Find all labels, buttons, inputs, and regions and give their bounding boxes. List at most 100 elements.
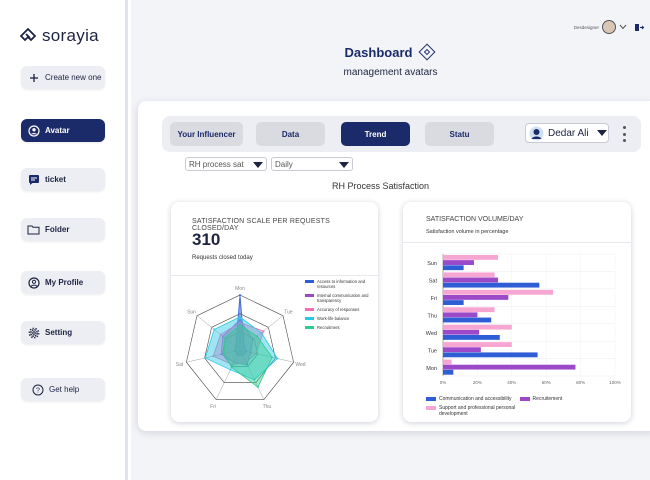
bar xyxy=(443,329,480,335)
avatar xyxy=(602,20,616,34)
radar-axis-label: Fri xyxy=(210,404,216,410)
radar-data-point xyxy=(223,352,225,355)
sidebar-item-label: Setting xyxy=(45,328,73,337)
y-tick-label: Sat xyxy=(429,279,438,285)
legend-label: Recruitment xyxy=(317,325,340,331)
radar-data-point xyxy=(239,294,241,296)
radar-data-point xyxy=(256,386,259,389)
sidebar-item-my-profile[interactable]: My Profile xyxy=(21,271,105,294)
x-tick-label: 0% xyxy=(440,380,447,385)
bar-card: SATISFACTION VOLUME/DAY Satisfaction vol… xyxy=(403,202,631,422)
bar-legend: Communication and accessibility Recruitem… xyxy=(426,396,626,418)
message-icon xyxy=(27,173,40,186)
sidebar-item-avatar[interactable]: Avatar xyxy=(21,119,105,142)
legend-item: Accuracy of responses xyxy=(305,307,375,312)
bar xyxy=(443,364,576,370)
sidebar-item-folder[interactable]: Folder xyxy=(21,218,105,241)
username: Desdesigner xyxy=(573,24,599,30)
sidebar-item-label: Avatar xyxy=(45,126,70,135)
bar xyxy=(443,260,474,265)
bar xyxy=(443,282,540,288)
bar xyxy=(443,347,481,353)
card-subtitle: Satisfaction volume in percentage xyxy=(426,229,509,235)
profile-icon xyxy=(27,276,40,289)
bar xyxy=(443,324,512,330)
diamond-logo-icon xyxy=(418,43,436,61)
user-menu[interactable]: Desdesigner xyxy=(574,20,644,34)
legend-swatch xyxy=(305,317,314,321)
caret-down-icon xyxy=(596,129,607,136)
radar-legend: Access to information and resources Inter… xyxy=(305,279,375,334)
radar-data-point xyxy=(256,335,259,338)
legend-label: Work-life balance xyxy=(317,316,350,322)
legend-swatch xyxy=(305,308,314,312)
legend-item: Internal communication and transparency xyxy=(305,293,375,303)
radar-data-point xyxy=(229,368,232,371)
tab-your-influencer[interactable]: Your Influencer xyxy=(170,122,243,146)
sidebar-item-label: Folder xyxy=(45,225,70,234)
requests-closed-value: 310 xyxy=(192,230,221,249)
sidebar: sorayia Create new one Avatar ticket Fol… xyxy=(0,0,128,480)
x-tick-label: 60% xyxy=(542,380,551,385)
caret-down-icon xyxy=(339,162,349,168)
sidebar-item-label: ticket xyxy=(45,175,66,184)
period-select-value: Daily xyxy=(275,159,293,169)
create-new-button[interactable]: Create new one xyxy=(21,66,105,89)
legend-item: Communication and accessibility xyxy=(426,396,512,403)
radar-axis-label: Wed xyxy=(295,362,305,368)
y-tick-label: Sun xyxy=(427,261,437,267)
title-row: Dashboard xyxy=(131,43,650,61)
get-help-label: Get help xyxy=(49,385,80,394)
metric-select-value: RH process sat xyxy=(189,159,244,169)
bar xyxy=(443,272,495,278)
metric-select[interactable]: RH process sat xyxy=(185,157,267,171)
user-circle-icon xyxy=(27,124,40,137)
avatar-icon xyxy=(529,126,544,140)
radar-axis-label: Mon xyxy=(235,286,245,292)
radar-data-point xyxy=(213,328,216,331)
legend-item: Recruitment xyxy=(305,325,375,330)
x-tick-label: 100% xyxy=(609,380,621,385)
x-tick-label: 20% xyxy=(473,380,482,385)
sidebar-item-label: My Profile xyxy=(45,278,84,287)
sidebar-item-ticket[interactable]: ticket xyxy=(21,168,105,191)
divider xyxy=(403,242,631,243)
chevron-down-icon xyxy=(619,24,627,30)
folder-icon xyxy=(27,223,40,236)
logout-icon[interactable] xyxy=(634,23,644,32)
user-select[interactable]: Dedar Ali xyxy=(525,123,609,143)
help-icon: ? xyxy=(31,383,44,396)
tab-data[interactable]: Data xyxy=(256,122,325,146)
bar xyxy=(443,369,454,375)
legend-label: Recruitement xyxy=(532,396,563,402)
logo[interactable]: sorayia xyxy=(20,26,99,46)
section-title: RH Process Satisfaction xyxy=(332,181,430,191)
user-select-value: Dedar Ali xyxy=(548,127,589,139)
card-title: SATISFACTION VOLUME/DAY xyxy=(426,216,524,223)
x-tick-label: 40% xyxy=(507,380,516,385)
legend-item: Access to information and resources xyxy=(305,279,375,289)
legend-label: Support and professional personal develo… xyxy=(439,404,516,418)
bar xyxy=(443,295,509,300)
sidebar-item-setting[interactable]: Setting xyxy=(21,321,105,344)
radar-data-point xyxy=(239,324,241,327)
bar xyxy=(443,317,492,323)
tab-trend[interactable]: Trend xyxy=(341,122,410,146)
logo-icon xyxy=(20,28,36,42)
period-select[interactable]: Daily xyxy=(271,157,353,171)
tab-statu[interactable]: Statu xyxy=(425,122,494,146)
bar xyxy=(443,352,538,358)
radar-axis-label: Sat xyxy=(176,362,184,368)
bar xyxy=(443,277,499,283)
bar xyxy=(443,359,452,365)
svg-text:?: ? xyxy=(36,387,40,394)
legend-item: Recruitement xyxy=(519,396,563,403)
bar xyxy=(443,265,464,271)
radar-data-point xyxy=(204,357,207,359)
bar xyxy=(443,312,478,318)
radar-axis-label: Tue xyxy=(284,309,293,315)
divider xyxy=(171,275,378,276)
legend-label: Access to information and resources xyxy=(317,279,366,290)
more-options-icon[interactable] xyxy=(621,126,627,142)
get-help-button[interactable]: ? Get help xyxy=(21,378,105,401)
